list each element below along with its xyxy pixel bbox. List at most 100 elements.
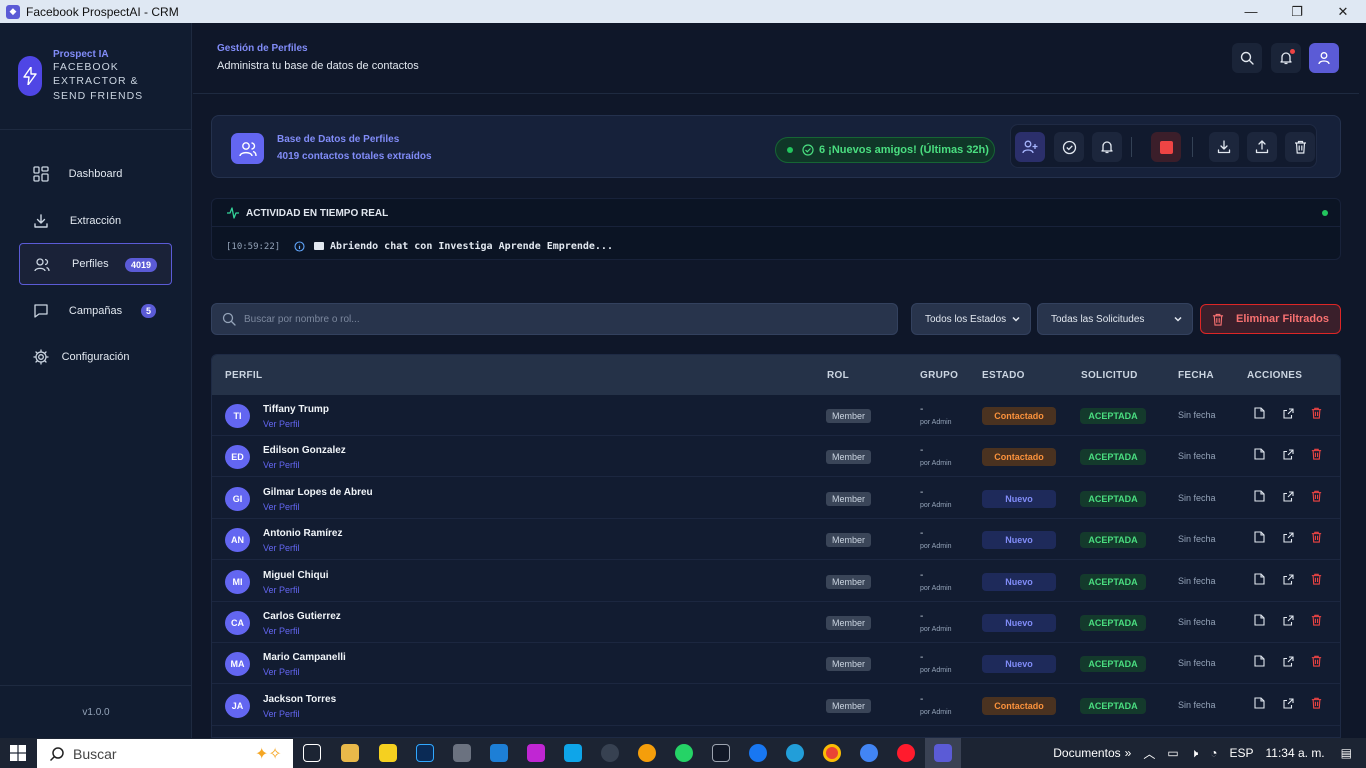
sidebar-item-perfiles[interactable]: Perfiles 4019 xyxy=(19,243,172,285)
open-profile-button[interactable] xyxy=(1281,698,1295,712)
status-filter-select[interactable]: Todos los Estados xyxy=(911,303,1031,335)
terminal-icon[interactable] xyxy=(712,744,730,762)
table-row[interactable]: TI Tiffany Trump Ver Perfil Member - por Admi… xyxy=(212,395,1340,436)
delete-row-button[interactable] xyxy=(1309,531,1323,546)
view-profile-link[interactable]: Ver Perfil xyxy=(263,460,300,470)
open-profile-button[interactable] xyxy=(1281,656,1295,670)
js-icon[interactable] xyxy=(638,744,656,762)
app-icon[interactable] xyxy=(601,744,619,762)
sidebar-item-campanas[interactable]: Campañas 5 xyxy=(19,290,172,332)
mail-icon[interactable] xyxy=(490,744,508,762)
speaker-icon[interactable]: 🕨 xyxy=(1191,746,1199,761)
delete-row-button[interactable] xyxy=(1309,656,1323,670)
search-button[interactable] xyxy=(1232,43,1262,73)
documents-toolbar[interactable]: Documentos xyxy=(1053,746,1120,760)
alerts-button[interactable] xyxy=(1092,132,1122,162)
open-profile-button[interactable] xyxy=(1281,532,1295,546)
sidebar-item-extraccion[interactable]: Extracción xyxy=(19,200,172,242)
chevron-right-icon[interactable]: » xyxy=(1125,746,1132,760)
col-grupo[interactable]: GRUPO xyxy=(920,370,958,381)
view-profile-link[interactable]: Ver Perfil xyxy=(263,585,300,595)
app-icon[interactable] xyxy=(453,744,471,762)
sidebar-item-configuracion[interactable]: Configuración xyxy=(19,336,172,378)
col-solicitud[interactable]: SOLICITUD xyxy=(1081,370,1138,381)
view-profile-link[interactable]: Ver Perfil xyxy=(263,667,300,677)
view-profile-link[interactable]: Ver Perfil xyxy=(263,543,300,553)
file-explorer-icon[interactable] xyxy=(341,744,359,762)
restore-button[interactable]: ❐ xyxy=(1274,0,1320,23)
close-window-button[interactable]: ✕ xyxy=(1320,0,1366,23)
app-icon[interactable] xyxy=(564,744,582,762)
chrome-icon[interactable] xyxy=(823,744,841,762)
opera-icon[interactable] xyxy=(897,744,915,762)
notifications-button[interactable] xyxy=(1271,43,1301,73)
table-row[interactable]: ED Edilson Gonzalez Ver Perfil Member - por A… xyxy=(212,436,1340,478)
photoshop-icon[interactable] xyxy=(416,744,434,762)
sticky-notes-icon[interactable] xyxy=(379,744,397,762)
view-profile-link[interactable]: Ver Perfil xyxy=(263,709,300,719)
chevron-up-icon[interactable]: ︿ xyxy=(1143,745,1155,762)
send-friend-request-button[interactable] xyxy=(1015,132,1045,162)
whatsapp-icon[interactable] xyxy=(675,744,693,762)
start-button[interactable] xyxy=(0,738,36,768)
sidebar-item-dashboard[interactable]: Dashboard xyxy=(19,153,172,195)
download-button[interactable] xyxy=(1209,132,1239,162)
open-profile-button[interactable] xyxy=(1281,408,1295,422)
delete-row-button[interactable] xyxy=(1309,449,1323,463)
facebook-icon[interactable] xyxy=(749,744,767,762)
delete-row-button[interactable] xyxy=(1309,490,1323,505)
stop-button[interactable] xyxy=(1151,132,1181,162)
notes-button[interactable] xyxy=(1252,697,1266,712)
upload-button[interactable] xyxy=(1247,132,1277,162)
col-estado[interactable]: ESTADO xyxy=(982,370,1025,381)
notes-button[interactable] xyxy=(1252,490,1266,505)
table-row[interactable]: MI Miguel Chiqui Ver Perfil Member - por Admi… xyxy=(212,561,1340,602)
notes-button[interactable] xyxy=(1252,448,1266,463)
open-profile-button[interactable] xyxy=(1281,574,1295,588)
language-indicator[interactable]: ESP xyxy=(1229,746,1253,760)
taskbar-search-input[interactable] xyxy=(73,745,233,762)
view-profile-link[interactable]: Ver Perfil xyxy=(263,502,300,512)
clock[interactable]: 11:34 a. m. xyxy=(1266,746,1325,760)
notes-button[interactable] xyxy=(1252,407,1266,422)
search-input[interactable] xyxy=(244,304,884,334)
task-view-icon[interactable] xyxy=(303,744,321,762)
telegram-icon[interactable] xyxy=(786,744,804,762)
wifi-icon[interactable]: ◔ xyxy=(1210,746,1217,760)
notification-center-icon[interactable]: ▤ xyxy=(1341,746,1352,760)
col-fecha[interactable]: FECHA xyxy=(1178,370,1214,381)
table-row[interactable]: JA Jackson Torres Ver Perfil Member - por Adm… xyxy=(212,685,1340,726)
open-profile-button[interactable] xyxy=(1281,449,1295,463)
chrome-icon[interactable] xyxy=(860,744,878,762)
profiles-database-card: Base de Datos de Perfiles 4019 contactos… xyxy=(211,115,1341,178)
delete-all-button[interactable] xyxy=(1285,132,1315,162)
taskbar-active-app[interactable] xyxy=(925,738,961,768)
delete-row-button[interactable] xyxy=(1309,407,1323,422)
delete-row-button[interactable] xyxy=(1309,697,1323,712)
request-filter-select[interactable]: Todas las Solicitudes xyxy=(1037,303,1193,335)
table-row[interactable]: AN Antonio Ramírez Ver Perfil Member - por Ad… xyxy=(212,519,1340,561)
view-profile-link[interactable]: Ver Perfil xyxy=(263,419,300,429)
battery-icon[interactable]: ▭ xyxy=(1167,746,1178,760)
col-perfil[interactable]: PERFIL xyxy=(225,370,262,381)
notes-button[interactable] xyxy=(1252,655,1266,670)
clear-filtered-button[interactable]: Eliminar Filtrados xyxy=(1200,304,1341,334)
notes-button[interactable] xyxy=(1252,573,1266,588)
open-profile-button[interactable] xyxy=(1281,615,1295,629)
delete-row-button[interactable] xyxy=(1309,573,1323,588)
notes-button[interactable] xyxy=(1252,614,1266,629)
col-rol[interactable]: ROL xyxy=(827,370,849,381)
delete-row-button[interactable] xyxy=(1309,614,1323,629)
view-profile-link[interactable]: Ver Perfil xyxy=(263,626,300,636)
table-row[interactable]: MA Mario Campanelli Ver Perfil Member - por A… xyxy=(212,643,1340,685)
table-row[interactable]: GI Gilmar Lopes de Abreu Ver Perfil Member -… xyxy=(212,478,1340,519)
taskbar-search[interactable]: ✦✧ xyxy=(37,739,293,768)
user-menu-button[interactable] xyxy=(1309,43,1339,73)
avatar: AN xyxy=(225,528,250,553)
notes-button[interactable] xyxy=(1252,531,1266,546)
open-profile-button[interactable] xyxy=(1281,491,1295,505)
minimize-button[interactable]: — xyxy=(1228,0,1274,23)
table-row[interactable]: CA Carlos Gutierrez Ver Perfil Member - por A… xyxy=(212,602,1340,643)
app-icon[interactable] xyxy=(527,744,545,762)
verify-button[interactable] xyxy=(1054,132,1084,162)
